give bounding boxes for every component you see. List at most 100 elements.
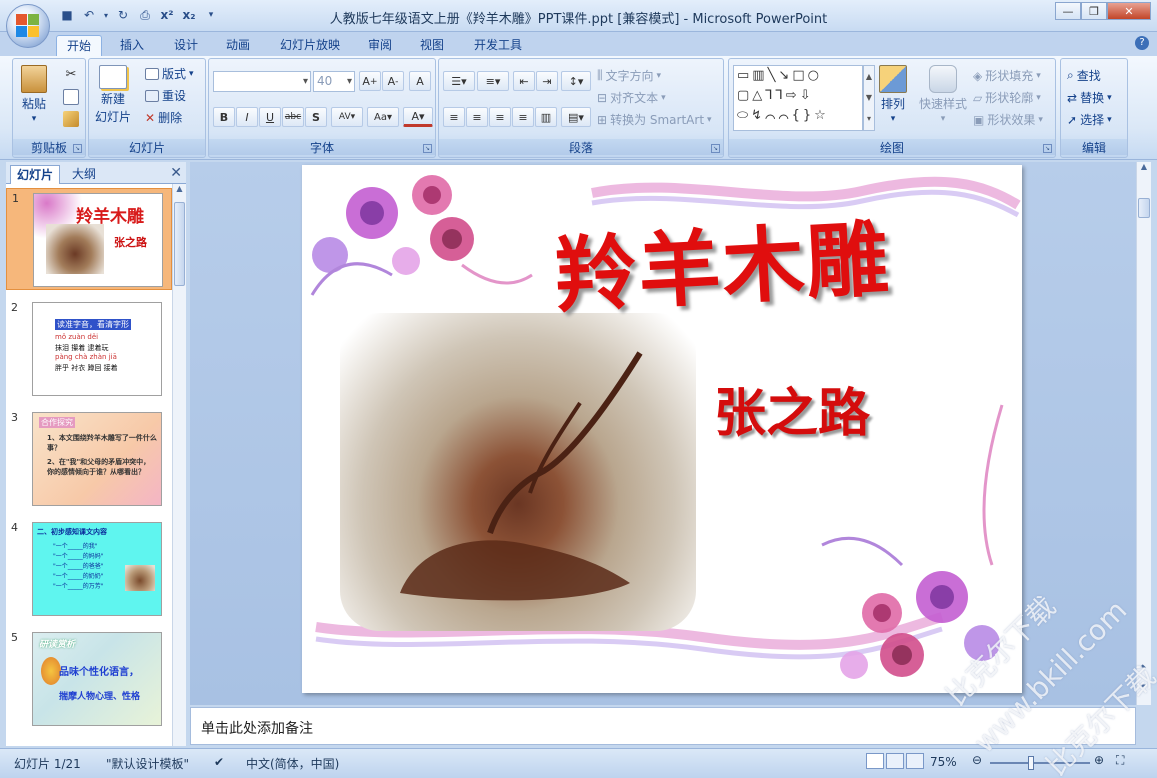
- font-name-combo[interactable]: [213, 71, 311, 92]
- bold-button[interactable]: B: [213, 107, 235, 127]
- copy-icon[interactable]: [63, 89, 79, 105]
- font-launcher-icon[interactable]: ↘: [423, 144, 432, 153]
- underline-button[interactable]: U: [259, 107, 281, 127]
- office-button[interactable]: [6, 4, 50, 48]
- text-direction-button[interactable]: ⫼ 文字方向 ▾: [597, 67, 661, 84]
- new-slide-button[interactable]: 新建 幻灯片: [95, 65, 131, 125]
- justify-button[interactable]: ≡: [512, 107, 534, 127]
- right-brace-shape-icon[interactable]: }: [803, 108, 814, 123]
- freeform-shape-icon[interactable]: ⌒: [778, 108, 791, 123]
- scroll-thumb[interactable]: [174, 202, 185, 286]
- increase-indent-button[interactable]: ⇥: [536, 71, 558, 91]
- shadow-button[interactable]: S: [305, 107, 327, 127]
- cut-icon[interactable]: ✂: [63, 67, 79, 83]
- reset-button[interactable]: 重设: [145, 87, 186, 104]
- slide-thumbnail-3[interactable]: 3 合作探究 1、本文围绕羚羊木雕写了一件什么事？ 2、在"我"和父母的矛盾冲突…: [6, 408, 172, 510]
- tab-home[interactable]: 开始: [56, 35, 103, 56]
- arrow-line-shape-icon[interactable]: ↘: [778, 68, 792, 83]
- bullets-button[interactable]: ☰▾: [443, 71, 475, 91]
- right-arrow-shape-icon[interactable]: ⇨: [786, 88, 800, 103]
- zoom-level[interactable]: 75%: [930, 755, 957, 769]
- shape-fill-button[interactable]: ◈ 形状填充 ▾: [973, 67, 1041, 84]
- clipboard-launcher-icon[interactable]: ↘: [73, 144, 82, 153]
- tab-view[interactable]: 视图: [410, 35, 454, 56]
- find-button[interactable]: ⌕ 查找: [1067, 67, 1101, 84]
- slide-thumbnail-5[interactable]: 5 研读赏析 品味个性化语言， 揣摩人物心理、性格: [6, 628, 172, 730]
- snip-shape-icon[interactable]: ⬭: [737, 108, 751, 123]
- grow-font-button[interactable]: A +: [359, 71, 381, 91]
- select-button[interactable]: ➚ 选择 ▾: [1067, 111, 1112, 128]
- shapes-scroll[interactable]: ▲ ▼ ▾: [863, 65, 875, 131]
- tab-developer[interactable]: 开发工具: [464, 35, 532, 56]
- tab-outline[interactable]: 大纲: [66, 165, 102, 184]
- slide-sorter-view-icon[interactable]: [886, 753, 904, 769]
- drawing-launcher-icon[interactable]: ↘: [1043, 144, 1052, 153]
- shapes-gallery[interactable]: ▭▥╲↘□○ ▢△⅂⅂⇨⇩ ⬭↯⌒⌒{}☆: [733, 65, 863, 131]
- format-painter-icon[interactable]: [63, 111, 79, 127]
- vertical-textbox-shape-icon[interactable]: ▥: [752, 68, 767, 83]
- lightning-shape-icon[interactable]: ↯: [751, 108, 765, 123]
- strikethrough-button[interactable]: abc: [282, 107, 304, 127]
- oval-shape-icon[interactable]: ○: [808, 68, 822, 83]
- shape-outline-button[interactable]: ▱ 形状轮廓 ▾: [973, 89, 1041, 106]
- triangle-shape-icon[interactable]: △: [752, 88, 765, 103]
- arrange-button[interactable]: 排列 ▾: [879, 65, 907, 124]
- close-button[interactable]: ✕: [1107, 2, 1151, 20]
- tab-design[interactable]: 设计: [164, 35, 208, 56]
- columns-button[interactable]: ▤▾: [561, 107, 591, 127]
- language-indicator[interactable]: 中文(简体，中国): [246, 755, 339, 772]
- down-arrow-shape-icon[interactable]: ⇩: [800, 88, 814, 103]
- align-text-button[interactable]: ⊟ 对齐文本 ▾: [597, 89, 666, 106]
- slide-thumbnail-4[interactable]: 4 二、初步感知课文内容 "一个_____的我" "一个_____的妈妈" "一…: [6, 518, 172, 620]
- delete-slide-button[interactable]: ✕ 删除: [145, 109, 182, 126]
- clear-formatting-button[interactable]: A: [409, 71, 431, 91]
- slide-title[interactable]: 羚羊木雕: [551, 192, 893, 328]
- zoom-slider-thumb[interactable]: [1028, 756, 1034, 770]
- tab-slides[interactable]: 幻灯片: [10, 165, 61, 184]
- fit-to-window-icon[interactable]: ⛶: [1116, 753, 1124, 768]
- distributed-button[interactable]: ▥: [535, 107, 557, 127]
- normal-view-icon[interactable]: [866, 753, 884, 769]
- zoom-out-icon[interactable]: ⊖: [972, 753, 982, 767]
- align-right-button[interactable]: ≡: [489, 107, 511, 127]
- slideshow-view-icon[interactable]: [906, 753, 924, 769]
- tab-review[interactable]: 审阅: [358, 35, 402, 56]
- restore-button[interactable]: ❐: [1081, 2, 1107, 20]
- line-spacing-button[interactable]: ↕▾: [561, 71, 591, 91]
- quick-styles-button[interactable]: 快速样式 ▾: [919, 65, 967, 124]
- slide-scrollbar[interactable]: ▲ ⏶ ⏷: [1136, 162, 1151, 705]
- star-shape-icon[interactable]: ☆: [814, 108, 829, 123]
- tab-insert[interactable]: 插入: [110, 35, 154, 56]
- paragraph-launcher-icon[interactable]: ↘: [711, 144, 720, 153]
- zoom-in-icon[interactable]: ⊕: [1094, 753, 1104, 767]
- align-left-button[interactable]: ≡: [443, 107, 465, 127]
- font-color-button[interactable]: A▾: [403, 107, 433, 127]
- layout-button[interactable]: 版式 ▾: [145, 65, 194, 82]
- scroll-up-arrow-icon[interactable]: ▲: [1137, 162, 1151, 176]
- decrease-indent-button[interactable]: ⇤: [513, 71, 535, 91]
- font-size-combo[interactable]: 40: [313, 71, 355, 92]
- paste-button[interactable]: 粘贴 ▾: [21, 65, 47, 124]
- numbering-button[interactable]: ≡▾: [477, 71, 509, 91]
- minimize-button[interactable]: —: [1055, 2, 1081, 20]
- help-icon[interactable]: ?: [1135, 36, 1149, 50]
- close-pane-icon[interactable]: ✕: [170, 165, 182, 181]
- line-shape-icon[interactable]: ╲: [768, 68, 779, 83]
- left-brace-shape-icon[interactable]: {: [792, 108, 803, 123]
- rectangle-shape-icon[interactable]: □: [792, 68, 807, 83]
- antelope-carving-photo[interactable]: [340, 313, 696, 631]
- italic-button[interactable]: I: [236, 107, 258, 127]
- rounded-rect-shape-icon[interactable]: ▢: [737, 88, 752, 103]
- shape-effects-button[interactable]: ▣ 形状效果 ▾: [973, 111, 1043, 128]
- slide-thumbnail-2[interactable]: 2 读准字音，看清字形 mǒ zuàn děi 抹泪 攥着 逮着玩 pàng c…: [6, 298, 172, 400]
- shrink-font-button[interactable]: A-: [382, 71, 404, 91]
- scroll-up-arrow-icon[interactable]: ▲: [173, 184, 186, 198]
- scroll-thumb[interactable]: [1138, 198, 1150, 218]
- curve-shape-icon[interactable]: ⌒: [765, 108, 778, 123]
- align-center-button[interactable]: ≡: [466, 107, 488, 127]
- thumbnail-scrollbar[interactable]: ▲: [172, 184, 186, 746]
- current-slide[interactable]: 羚羊木雕 张之路: [302, 165, 1022, 693]
- connector-shape-icon[interactable]: ⅂: [765, 88, 775, 103]
- elbow-arrow-shape-icon[interactable]: ⅂: [776, 88, 786, 103]
- tab-slideshow[interactable]: 幻灯片放映: [270, 35, 350, 56]
